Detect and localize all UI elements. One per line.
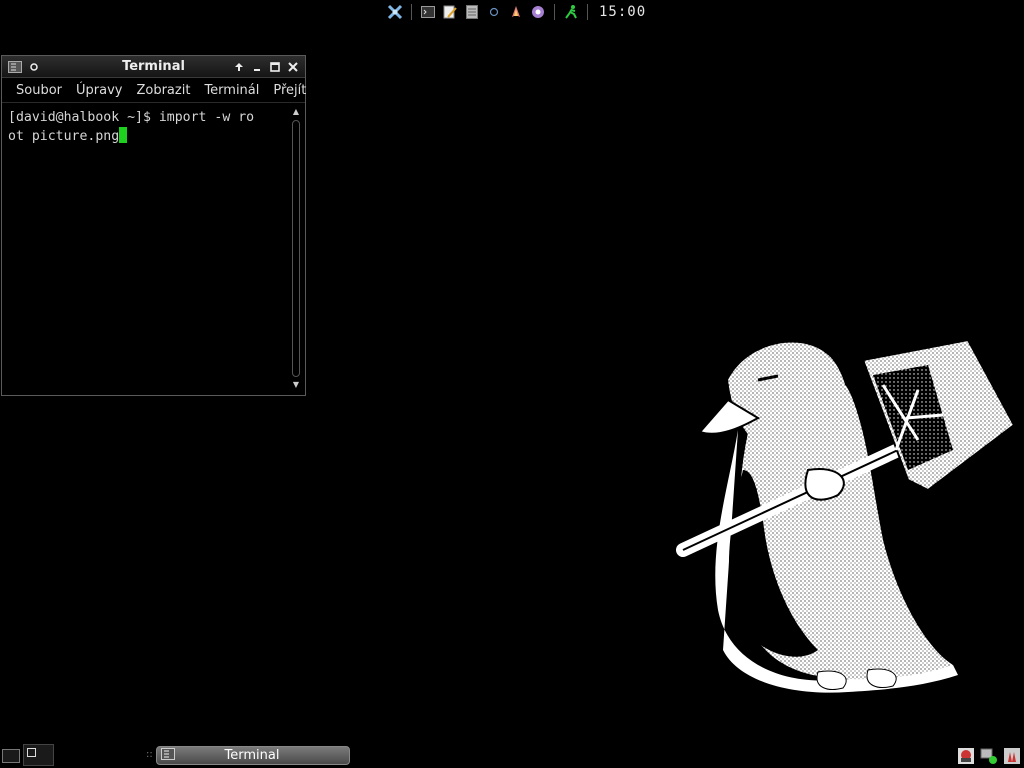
taskbar-item-label: Terminal <box>224 748 280 763</box>
text-editor-icon[interactable] <box>442 4 458 20</box>
panel-separator <box>587 4 588 20</box>
scrollbar-track[interactable] <box>292 120 300 377</box>
terminal-window[interactable]: Terminal Soubor Úpravy Zobrazit Terminál… <box>1 55 306 396</box>
circle-icon[interactable] <box>486 4 502 20</box>
terminal-line-1: [david@halbook ~]$ import -w ro <box>8 110 255 125</box>
menu-prejit[interactable]: Přejít <box>273 83 306 98</box>
terminal-titlebar[interactable]: Terminal <box>2 56 305 78</box>
top-panel: 15:00 <box>384 2 646 22</box>
desktop[interactable]: 15:00 Terminal Soubor Úpravy Zobrazit Te… <box>0 0 1024 768</box>
rocket-icon[interactable] <box>508 4 524 20</box>
panel-separator <box>411 4 412 20</box>
close-button[interactable] <box>285 59 301 75</box>
workspace-1[interactable] <box>27 748 36 757</box>
printer-icon[interactable] <box>956 746 976 766</box>
terminal-cursor <box>119 127 128 143</box>
window-menu-icon[interactable] <box>7 59 23 75</box>
menu-soubor[interactable]: Soubor <box>16 83 62 98</box>
clock[interactable]: 15:00 <box>599 4 646 20</box>
sticky-button[interactable] <box>26 59 42 75</box>
xfce-menu-icon[interactable] <box>387 4 403 20</box>
menu-upravy[interactable]: Úpravy <box>76 83 122 98</box>
terminal-line-2: ot picture.png <box>8 129 120 144</box>
settings-icon[interactable] <box>530 4 546 20</box>
tasklist-handle-icon[interactable]: :: <box>146 749 153 760</box>
file-manager-icon[interactable] <box>464 4 480 20</box>
terminal-menubar: Soubor Úpravy Zobrazit Terminál Přejít <box>2 78 306 103</box>
terminal-scrollbar[interactable]: ▲ ▼ <box>290 106 302 391</box>
scroll-up-arrow-icon[interactable]: ▲ <box>290 106 302 118</box>
panel-separator <box>554 4 555 20</box>
bottom-panel: :: Terminal <box>0 744 1024 768</box>
penguin-with-hammer-icon <box>676 338 1016 693</box>
terminal-output[interactable]: [david@halbook ~]$ import -w ro ot pictu… <box>8 108 286 146</box>
terminal-launcher-icon[interactable] <box>420 4 436 20</box>
maximize-button[interactable] <box>267 59 283 75</box>
shade-button[interactable] <box>231 59 247 75</box>
workspace-pager[interactable] <box>23 744 54 766</box>
menu-zobrazit[interactable]: Zobrazit <box>136 83 190 98</box>
show-desktop-icon[interactable] <box>2 749 20 763</box>
terminal-body[interactable]: [david@halbook ~]$ import -w ro ot pictu… <box>2 102 305 395</box>
rocket-tray-icon[interactable] <box>1002 746 1022 766</box>
terminal-task-icon <box>161 747 175 764</box>
scroll-down-arrow-icon[interactable]: ▼ <box>290 379 302 391</box>
running-man-icon[interactable] <box>563 4 579 20</box>
system-tray <box>956 744 1022 768</box>
minimize-button[interactable] <box>249 59 265 75</box>
network-icon[interactable] <box>979 746 999 766</box>
taskbar-item-terminal[interactable]: Terminal <box>156 746 350 765</box>
menu-terminal[interactable]: Terminál <box>204 83 259 98</box>
